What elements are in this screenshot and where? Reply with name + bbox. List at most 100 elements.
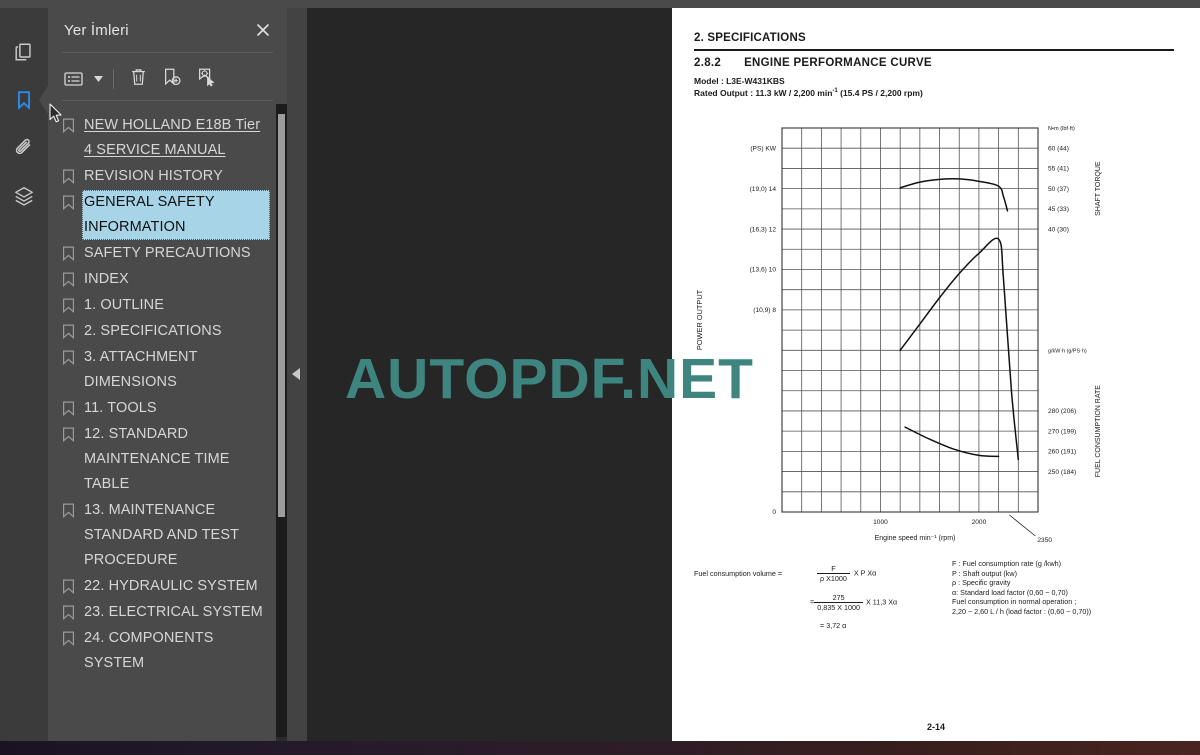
panel-divider-bottom	[62, 100, 273, 101]
bookmark-item-label: 13. MAINTENANCE STANDARD AND TEST PROCED…	[84, 502, 239, 568]
sidebar-icon-rail	[0, 8, 49, 741]
bookmark-icon	[13, 89, 35, 111]
formula-f1-numerator: F	[831, 564, 836, 573]
mouse-cursor	[49, 103, 62, 123]
svg-text:260 (191): 260 (191)	[1048, 449, 1076, 456]
bookmark-item[interactable]: 23. ELECTRICAL SYSTEM	[48, 600, 276, 625]
svg-text:Engine speed min⁻¹ (rpm): Engine speed min⁻¹ (rpm)	[875, 535, 956, 542]
engine-performance-chart: (PS) KW (19,0) 14 (16,3) 12 (13,6) 10 (10,9)…	[672, 116, 1200, 556]
collapse-sidebar-button[interactable]	[292, 368, 300, 380]
panel-divider-top	[62, 52, 273, 53]
formula-f2-denominator: 0,835 X 1000	[814, 602, 863, 612]
bookmarks-toolbar	[48, 57, 287, 101]
bookmark-icon	[62, 293, 82, 318]
sidebar-gutter	[287, 8, 307, 741]
subsection-label: ENGINE PERFORMANCE CURVE	[744, 57, 932, 69]
formula-f1-denominator: ρ X1000	[817, 573, 850, 583]
model-line: Model : L3E-W431KBS	[694, 76, 785, 86]
rated-output-line: Rated Output : 11.3 kW / 2,200 min-1 (15…	[694, 88, 923, 98]
svg-text:40 (30): 40 (30)	[1048, 226, 1069, 233]
pages-thumbnail-icon	[13, 41, 35, 63]
window-top-strip	[0, 0, 1200, 8]
bookmark-item[interactable]: 22. HYDRAULIC SYSTEM	[48, 574, 276, 599]
bookmark-plus-icon	[162, 67, 182, 92]
bookmark-item-label: 22. HYDRAULIC SYSTEM	[84, 578, 258, 594]
rated-output-prefix: Rated Output : 11.3 kW / 2,200 min	[694, 88, 833, 98]
bookmark-item[interactable]: 13. MAINTENANCE STANDARD AND TEST PROCED…	[48, 498, 276, 573]
bookmark-item-label: 24. COMPONENTS SYSTEM	[84, 630, 214, 671]
bookmark-icon	[62, 190, 82, 215]
formula-result: = 3,72 α	[820, 621, 847, 630]
bookmark-item[interactable]: 3. ATTACHMENT DIMENSIONS	[48, 345, 276, 395]
bookmark-item-label: REVISION HISTORY	[84, 168, 223, 184]
pdf-page: 2. SPECIFICATIONS 2.8.2 ENGINE PERFORMAN…	[672, 8, 1200, 741]
svg-text:POWER OUTPUT: POWER OUTPUT	[695, 289, 704, 350]
bookmark-item[interactable]: NEW HOLLAND E18B Tier 4 SERVICE MANUAL	[48, 113, 276, 163]
svg-text:50 (37): 50 (37)	[1048, 186, 1069, 193]
bookmark-icon	[62, 241, 82, 266]
bookmark-item[interactable]: REVISION HISTORY	[48, 164, 276, 189]
bookmark-item[interactable]: GENERAL SAFETY INFORMATION	[48, 190, 276, 240]
bookmark-item[interactable]: 1. OUTLINE	[48, 293, 276, 318]
bookmark-item-label: GENERAL SAFETY INFORMATION	[82, 190, 270, 240]
bookmark-icon	[62, 574, 82, 599]
bookmark-item-label: 11. TOOLS	[84, 400, 157, 416]
formula-legend-line: P : Shaft output (kw)	[952, 568, 1017, 578]
page-section-rule	[694, 49, 1174, 51]
svg-text:0: 0	[772, 509, 776, 516]
rail-item-page-thumbnails[interactable]	[0, 28, 48, 76]
formula-legend-line: ρ : Specific gravity	[952, 578, 1011, 587]
subsection-number: 2.8.2	[694, 57, 722, 69]
formula-lhs: Fuel consumption volume =	[694, 569, 783, 578]
layers-icon	[13, 185, 35, 207]
set-bookmark-destination-button[interactable]	[191, 65, 221, 93]
svg-text:2000: 2000	[972, 519, 987, 526]
bookmark-item[interactable]: INDEX	[48, 267, 276, 292]
list-options-button[interactable]	[58, 65, 88, 93]
bookmark-item[interactable]: 12. STANDARD MAINTENANCE TIME TABLE	[48, 422, 276, 497]
toolbar-divider	[113, 69, 114, 89]
formula-fraction-1: F ρ X1000 X P Xα	[817, 564, 876, 583]
window-bottom-strip	[0, 741, 1200, 755]
rail-item-attachments[interactable]	[0, 124, 48, 172]
page-subsection-title: 2.8.2 ENGINE PERFORMANCE CURVE	[694, 57, 932, 69]
bookmark-icon	[62, 396, 82, 421]
bookmark-item-label: SAFETY PRECAUTIONS	[84, 245, 251, 261]
bookmark-icon	[62, 319, 82, 344]
bookmark-item[interactable]: 11. TOOLS	[48, 396, 276, 421]
svg-text:45 (33): 45 (33)	[1048, 206, 1069, 213]
document-viewer[interactable]: 2. SPECIFICATIONS 2.8.2 ENGINE PERFORMAN…	[307, 8, 1200, 741]
svg-text:g/kW·h (g/PS·h): g/kW·h (g/PS·h)	[1048, 349, 1087, 355]
formula-fraction-2: = 275 0,835 X 1000 X 11,3 Xα	[810, 593, 897, 612]
chevron-down-icon[interactable]	[92, 65, 104, 93]
formula-f2-numerator: 275	[832, 593, 845, 602]
bookmark-item-label: NEW HOLLAND E18B Tier 4 SERVICE MANUAL	[84, 117, 261, 158]
new-bookmark-button[interactable]	[157, 65, 187, 93]
formula-legend-line: Fuel consumption in normal operation ;	[952, 597, 1077, 606]
svg-text:N•m (lbf·ft): N•m (lbf·ft)	[1048, 126, 1075, 132]
bookmarks-scrollbar[interactable]	[276, 104, 287, 749]
bookmarks-panel-header: Yer İmleri	[48, 8, 287, 52]
fuel-consumption-formula: Fuel consumption volume = F ρ X1000 X P …	[672, 553, 1200, 643]
bookmark-icon	[62, 600, 82, 625]
trash-icon	[129, 67, 148, 92]
rail-item-layers[interactable]	[0, 172, 48, 220]
formula-legend-line: F : Fuel consumption rate (g /kwh)	[952, 559, 1062, 568]
svg-text:2350: 2350	[1037, 537, 1052, 544]
rail-item-bookmarks[interactable]	[0, 76, 49, 124]
bookmark-item[interactable]: SAFETY PRECAUTIONS	[48, 241, 276, 266]
chart-canvas: (PS) KW (19,0) 14 (16,3) 12 (13,6) 10 (10,9)…	[695, 126, 1102, 544]
rated-output-suffix: (15.4 PS / 2,200 rpm)	[837, 88, 923, 98]
svg-text:(13,6) 10: (13,6) 10	[750, 267, 777, 274]
bookmark-item[interactable]: 2. SPECIFICATIONS	[48, 319, 276, 344]
scrollbar-thumb[interactable]	[278, 114, 285, 517]
pdf-reader-window: Yer İmleri NEW HOLLAND E18B Tier 4 SERVI…	[0, 0, 1200, 755]
page-section-title: 2. SPECIFICATIONS	[694, 32, 806, 44]
svg-text:FUEL CONSUMPTION RATE: FUEL CONSUMPTION RATE	[1095, 385, 1102, 478]
close-icon[interactable]	[253, 20, 273, 40]
formula-legend-line: 2,20 ~ 2,60 L / h (load factor : (0,60 ~…	[952, 606, 1092, 616]
formula-f2-tail: X 11,3 Xα	[865, 597, 898, 607]
delete-bookmark-button[interactable]	[123, 65, 153, 93]
bookmark-item[interactable]: 24. COMPONENTS SYSTEM	[48, 626, 276, 676]
bookmark-icon	[62, 267, 82, 292]
